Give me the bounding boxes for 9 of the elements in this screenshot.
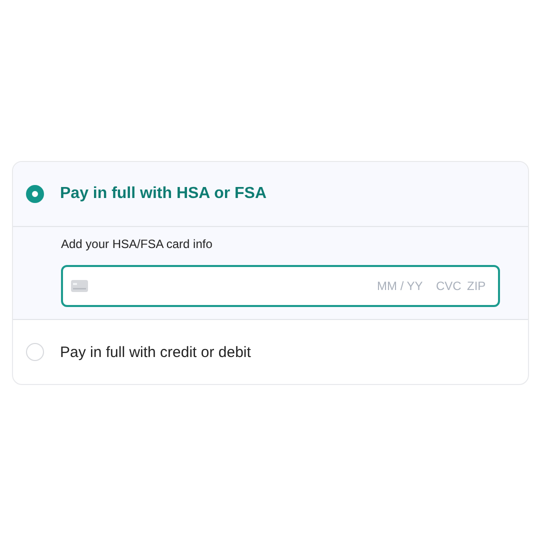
card-input-field[interactable]: MM / YY CVC ZIP xyxy=(61,265,500,307)
card-subfield[interactable]: MM / YY xyxy=(377,279,430,293)
option-label[interactable]: Pay in full with HSA or FSA xyxy=(60,185,267,203)
radio-button[interactable] xyxy=(26,185,44,203)
card-subfield[interactable]: CVC xyxy=(436,279,461,293)
option-label[interactable]: Pay in full with credit or debit xyxy=(60,344,251,360)
card-icon xyxy=(71,280,88,292)
field-label: Add your HSA/FSA card info xyxy=(61,237,214,251)
card-subfield[interactable]: ZIP xyxy=(467,279,492,293)
